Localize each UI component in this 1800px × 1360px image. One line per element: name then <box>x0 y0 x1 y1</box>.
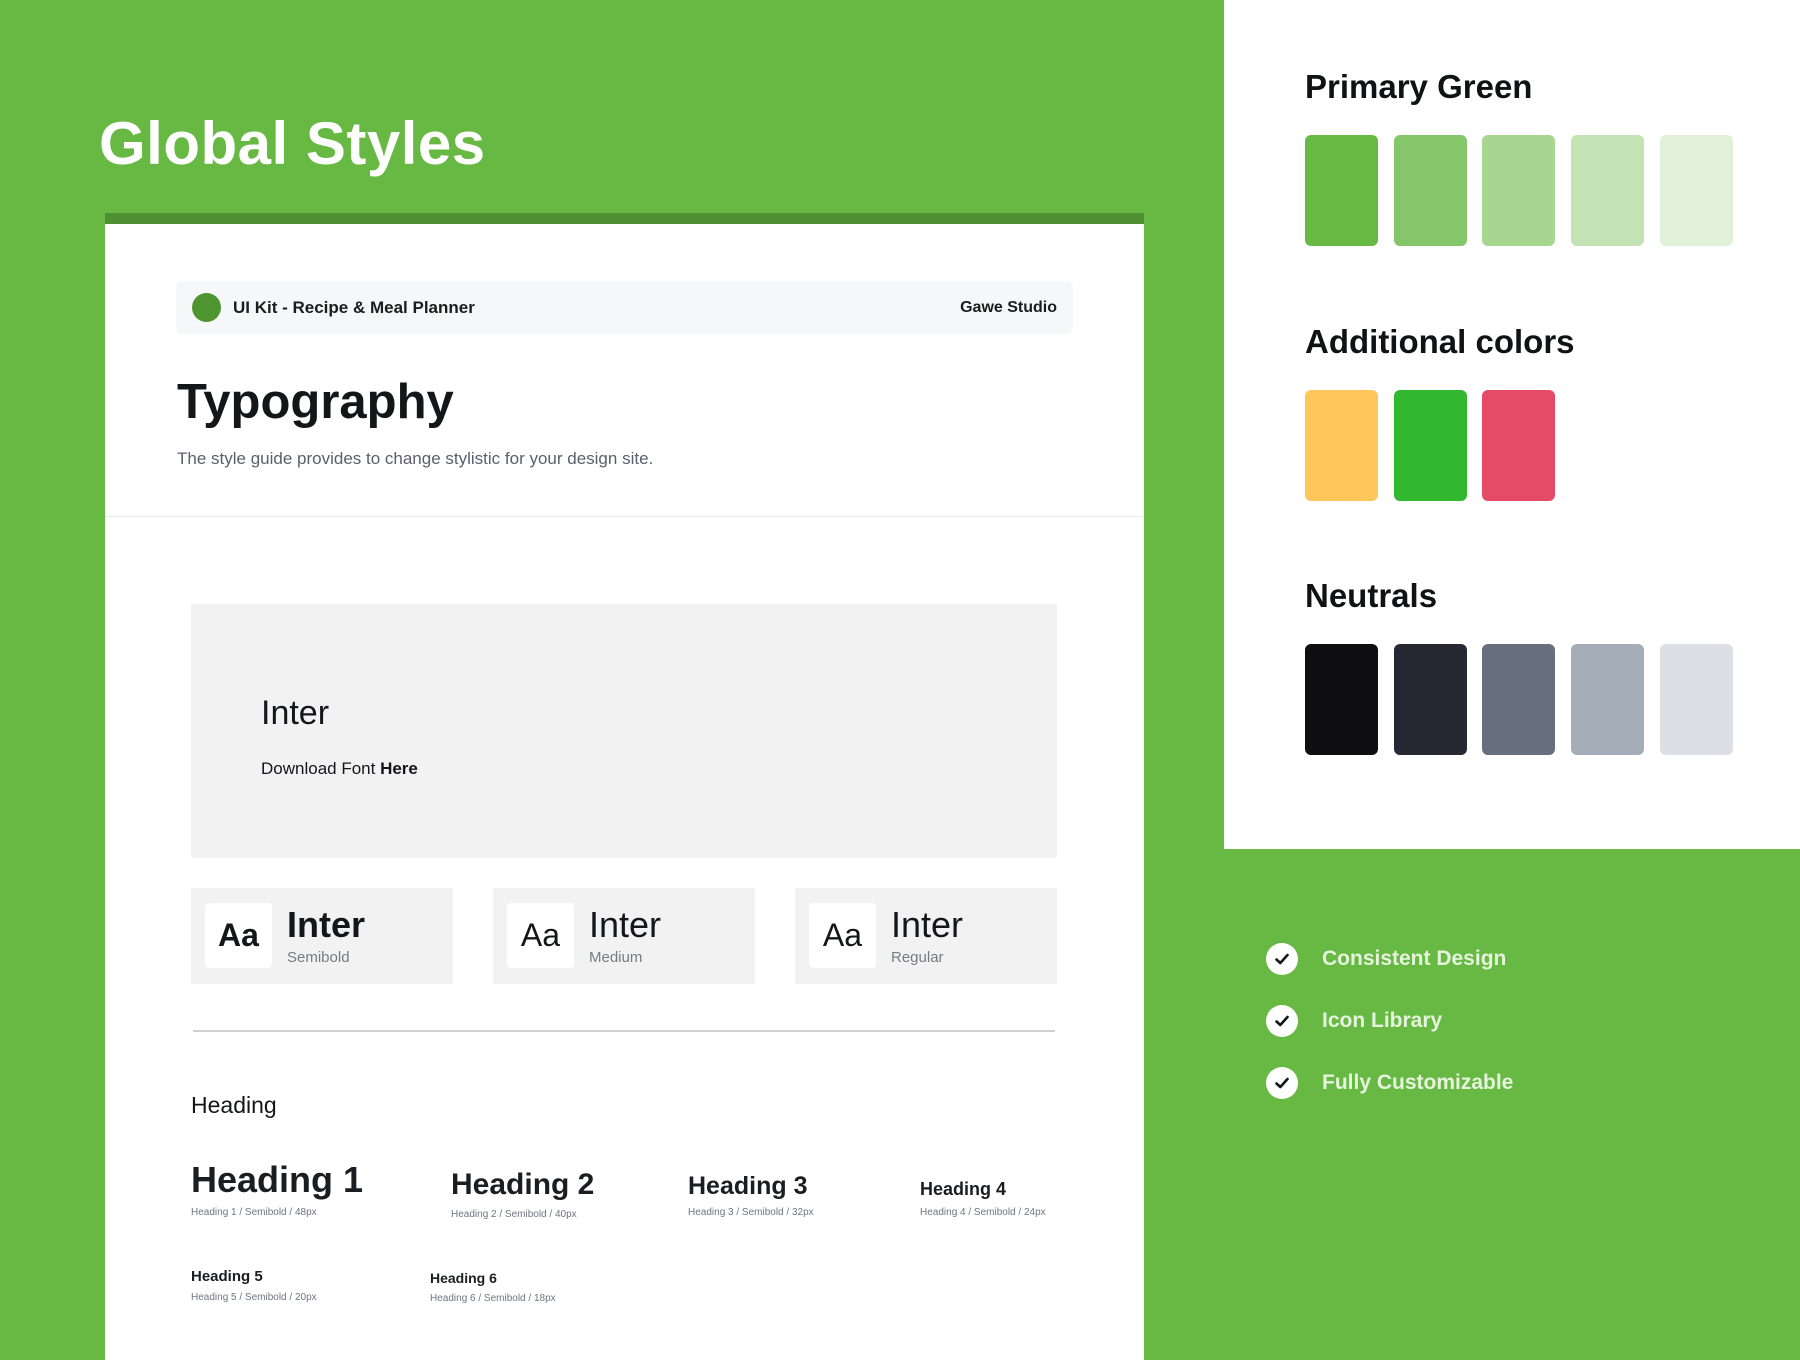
heading-sample-h6: Heading 6 Heading 6 / Semibold / 18px <box>430 1270 556 1304</box>
font-weight-label: Medium <box>589 949 643 966</box>
heading-section-label: Heading <box>191 1092 277 1118</box>
kit-name: UI Kit - Recipe & Meal Planner <box>233 297 475 317</box>
heading-sample-h5: Heading 5 Heading 5 / Semibold / 20px <box>191 1268 317 1303</box>
feature-item: Fully Customizable <box>1266 1067 1513 1099</box>
heading-sample-h4: Heading 4 Heading 4 / Semibold / 24px <box>920 1179 1046 1218</box>
check-icon <box>1266 943 1298 975</box>
section-title: Typography <box>177 375 454 429</box>
feature-list: Consistent Design Icon Library Fully Cus… <box>1266 943 1513 1129</box>
font-weight-card-semibold: Aa Inter Semibold <box>191 888 453 984</box>
font-weight-card-regular: Aa Inter Regular <box>795 888 1057 984</box>
color-swatch <box>1305 135 1378 246</box>
font-family-name: Inter <box>261 694 330 732</box>
additional-colors-title: Additional colors <box>1305 323 1575 360</box>
font-sample-icon: Aa <box>205 903 272 968</box>
heading-spec: Heading 4 / Semibold / 24px <box>920 1206 1046 1218</box>
kit-header-bar: UI Kit - Recipe & Meal Planner Gawe Stud… <box>176 281 1073 334</box>
heading-sample-h3: Heading 3 Heading 3 / Semibold / 32px <box>688 1171 814 1218</box>
feature-item: Consistent Design <box>1266 943 1513 975</box>
font-weights-row: Aa Inter Semibold Aa Inter Medium Aa Int… <box>191 888 1057 984</box>
heading-sample-h2: Heading 2 Heading 2 / Semibold / 40px <box>451 1167 594 1220</box>
download-font-link[interactable]: Here <box>380 759 418 778</box>
check-icon <box>1266 1005 1298 1037</box>
neutrals-title: Neutrals <box>1305 577 1438 614</box>
font-weight-name: Inter <box>891 904 964 945</box>
heading-spec: Heading 5 / Semibold / 20px <box>191 1292 317 1303</box>
heading-sample-text: Heading 4 <box>920 1179 1007 1199</box>
download-font-text: Download Font Here <box>261 759 418 778</box>
primary-green-title: Primary Green <box>1305 68 1533 105</box>
heading-sample-text: Heading 6 <box>430 1270 497 1286</box>
color-swatch <box>1660 135 1733 246</box>
heading-spec: Heading 3 / Semibold / 32px <box>688 1207 814 1218</box>
feature-label: Icon Library <box>1322 1009 1443 1032</box>
color-palette-panel: Primary Green Additional colors Neutrals <box>1224 0 1800 849</box>
section-description: The style guide provides to change styli… <box>177 449 654 468</box>
brand-logo-dot <box>192 293 221 322</box>
color-swatch <box>1305 644 1378 755</box>
color-swatch <box>1482 135 1555 246</box>
font-weight-name: Inter <box>589 904 662 945</box>
studio-name: Gawe Studio <box>960 298 1057 316</box>
color-swatch <box>1482 390 1555 501</box>
heading-spec: Heading 2 / Semibold / 40px <box>451 1209 577 1220</box>
font-showcase-panel: Inter Download Font Here <box>191 604 1057 858</box>
color-swatch <box>1394 135 1467 246</box>
font-weight-label: Semibold <box>287 949 350 966</box>
color-swatch <box>1482 644 1555 755</box>
divider <box>193 1030 1055 1032</box>
heading-spec: Heading 6 / Semibold / 18px <box>430 1292 556 1304</box>
color-swatch <box>1571 644 1644 755</box>
color-swatch <box>1660 644 1733 755</box>
font-weight-name: Inter <box>287 904 366 945</box>
heading-spec: Heading 1 / Semibold / 48px <box>191 1207 317 1219</box>
font-weight-card-medium: Aa Inter Medium <box>493 888 755 984</box>
feature-label: Fully Customizable <box>1322 1071 1514 1094</box>
check-icon <box>1266 1067 1298 1099</box>
font-weight-label: Regular <box>891 949 944 966</box>
heading-sample-text: Heading 3 <box>688 1172 808 1200</box>
heading-sample-text: Heading 5 <box>191 1268 263 1285</box>
heading-sample-text: Heading 1 <box>191 1159 364 1200</box>
color-swatch <box>1394 644 1467 755</box>
page-title: Global Styles <box>99 110 486 177</box>
font-sample-icon: Aa <box>507 903 574 968</box>
heading-sample-text: Heading 2 <box>451 1168 595 1201</box>
color-swatch <box>1394 390 1467 501</box>
typography-card: UI Kit - Recipe & Meal Planner Gawe Stud… <box>105 213 1144 1360</box>
font-sample-icon: Aa <box>809 903 876 968</box>
feature-label: Consistent Design <box>1322 947 1507 970</box>
divider <box>105 516 1144 517</box>
feature-item: Icon Library <box>1266 1005 1513 1037</box>
color-swatch <box>1571 135 1644 246</box>
heading-sample-h1: Heading 1 Heading 1 / Semibold / 48px <box>191 1158 363 1218</box>
color-swatch <box>1305 390 1378 501</box>
